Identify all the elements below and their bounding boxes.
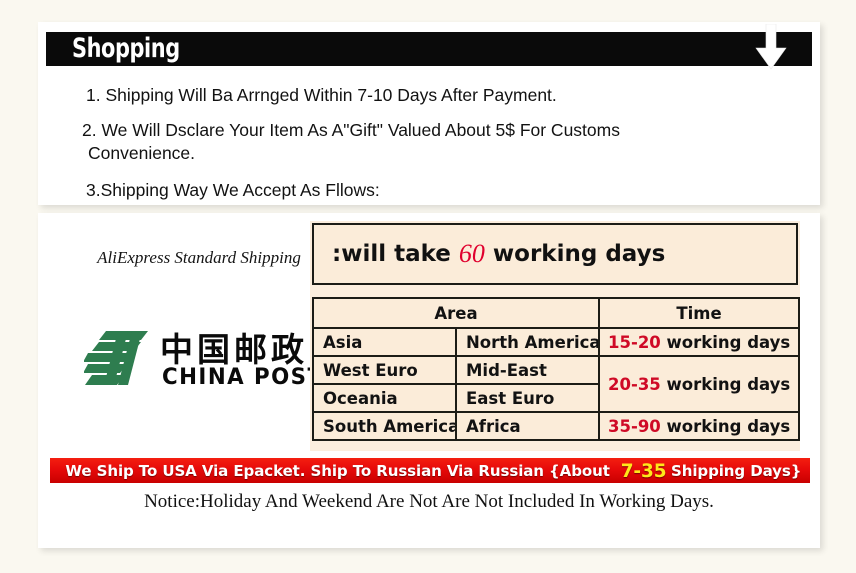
table-row: South America Africa 35-90 working days <box>312 411 801 441</box>
area-cell: Asia <box>312 327 457 357</box>
delivery-time-block: :will take 60 working days Area Time Asi… <box>310 221 801 451</box>
area-cell: Mid-East <box>454 355 601 385</box>
shopping-panel: Shopping 1. Shipping Will Ba Arrnged Wit… <box>38 22 820 205</box>
epacket-banner: We Ship To USA Via Epacket. Ship To Russ… <box>50 458 810 483</box>
area-cell: Africa <box>454 411 601 441</box>
table-row: Asia North America 15-20 working days <box>312 327 801 357</box>
time-unit: working days <box>666 332 791 352</box>
time-cell: 15-20 working days <box>598 327 801 357</box>
column-header-time: Time <box>598 297 801 329</box>
table-row: West Euro Mid-East 20-35 working days <box>312 355 801 413</box>
area-cell: Oceania <box>312 383 457 413</box>
shipping-info-page: Shopping 1. Shipping Will Ba Arrnged Wit… <box>0 0 856 573</box>
china-post-chinese-name: 中国邮政 <box>160 330 308 369</box>
will-take-suffix: working days <box>492 241 666 267</box>
shopping-term-2-continued: Convenience. <box>88 142 196 163</box>
shopping-term-2-text: 2. We Will Dsclare Your Item As A"Gift" … <box>82 120 620 140</box>
will-take-banner: :will take 60 working days <box>312 223 798 285</box>
will-take-prefix: :will take <box>332 241 451 267</box>
area-cell: East Euro <box>454 383 601 413</box>
delivery-time-table: Area Time Asia North America 15-20 worki… <box>311 297 801 441</box>
epacket-banner-text-after: Shipping Days} <box>671 461 802 480</box>
epacket-banner-text-before: We Ship To USA Via Epacket. Ship To Russ… <box>65 461 610 480</box>
table-header-row: Area Time <box>311 297 801 329</box>
time-unit: working days <box>666 374 791 394</box>
china-post-english-name: CHINA POST <box>162 365 324 390</box>
area-cell: North America <box>454 327 601 357</box>
time-range: 20-35 <box>608 374 661 394</box>
epacket-banner-highlight: 7-35 <box>620 459 667 482</box>
column-header-area: Area <box>311 297 601 329</box>
time-unit: working days <box>666 416 791 436</box>
area-cell: South America <box>312 411 457 441</box>
arrow-down-icon <box>755 24 787 70</box>
china-post-emblem-icon <box>84 331 148 385</box>
carrier-label: AliExpress Standard Shipping <box>97 248 301 267</box>
shopping-term-1: 1. Shipping Will Ba Arrnged Within 7-10 … <box>86 85 557 105</box>
shipping-panel: AliExpress Standard Shipping 中国邮政 CHINA … <box>38 213 820 548</box>
will-take-days: 60 <box>458 239 485 268</box>
time-cell: 20-35 working days <box>598 355 801 413</box>
page-title: Shopping <box>72 32 180 64</box>
time-range: 35-90 <box>608 416 661 436</box>
area-cell: West Euro <box>312 355 457 385</box>
china-post-logo: 中国邮政 CHINA POST <box>84 327 329 393</box>
time-range: 15-20 <box>608 332 661 352</box>
shopping-term-2: 2. We Will Dsclare Your Item As A"Gift" … <box>82 119 812 165</box>
holiday-notice: Notice:Holiday And Weekend Are Not Are N… <box>144 491 714 512</box>
time-cell: 35-90 working days <box>598 411 801 441</box>
shopping-term-3: 3.Shipping Way We Accept As Fllows: <box>86 180 380 200</box>
shopping-header-bar: Shopping <box>46 32 812 66</box>
